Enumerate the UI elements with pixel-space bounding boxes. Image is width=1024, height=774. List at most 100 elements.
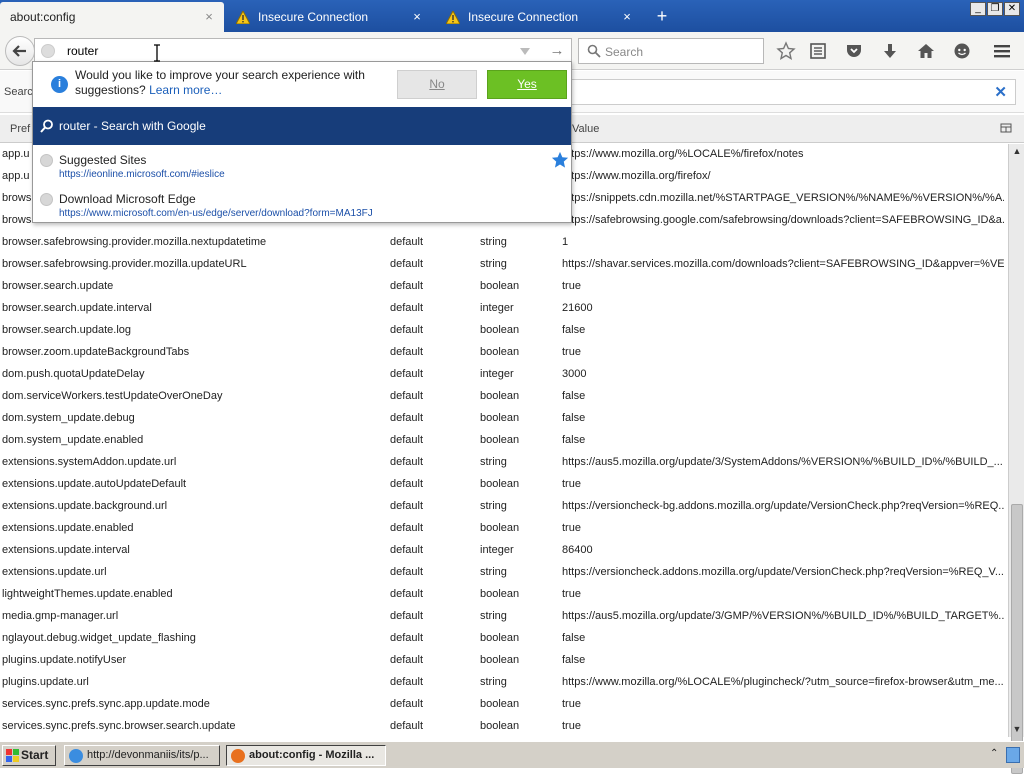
history-item[interactable]: Suggested Sites https://ieonline.microso… [33,147,571,185]
table-row[interactable]: media.gmp-manager.url default string https:… [0,606,1007,628]
tab-insecure-connection-2[interactable]: Insecure Connection × [436,2,642,32]
back-button[interactable] [5,36,35,66]
identity-icon [41,44,55,58]
table-row[interactable]: browser.safebrowsing.provider.mozilla.ne… [0,232,1007,254]
table-row[interactable]: browser.safebrowsing.provider.mozilla.up… [0,254,1007,276]
pref-type: string [480,500,507,512]
column-preference-name[interactable]: Pref [10,123,30,135]
table-row[interactable]: dom.push.quotaUpdateDelay default integer 3… [0,364,1007,386]
search-bar[interactable]: Search [578,38,764,64]
tray-expand-icon[interactable]: ⌃ [990,748,1002,762]
pocket-icon[interactable] [844,41,864,61]
table-row[interactable]: services.sync.prefs.sync.app.update.mode… [0,694,1007,716]
close-icon[interactable]: × [620,10,634,24]
pref-type: string [480,566,507,578]
column-picker-icon[interactable] [1000,122,1012,134]
bookmark-star-icon [551,151,569,168]
search-placeholder[interactable]: Search [605,45,643,59]
pref-name: dom.system_update.debug [2,412,135,424]
home-icon[interactable] [916,41,936,61]
pref-value: false [562,434,586,446]
scroll-down-icon[interactable]: ▼ [1011,723,1023,735]
tray-app-icon[interactable] [1006,747,1020,763]
clear-icon[interactable]: ✕ [994,83,1007,101]
chevron-down-icon[interactable] [519,45,531,57]
table-row[interactable]: dom.system_update.enabled default boolean f… [0,430,1007,452]
taskbar-item-firefox[interactable]: about:config - Mozilla ... [226,745,386,766]
tab-insecure-connection-1[interactable]: Insecure Connection × [226,2,432,32]
pref-name: browser.zoom.updateBackgroundTabs [2,346,190,358]
pref-value: true [562,698,581,710]
pref-type: integer [480,544,514,556]
pref-status: default [390,588,424,600]
yes-button[interactable]: Yes [487,70,567,99]
chat-icon[interactable] [952,41,972,61]
search-suggestions-notice: i Would you like to improve your search … [33,62,571,106]
table-row[interactable]: extensions.update.interval default integer… [0,540,1007,562]
table-row[interactable]: extensions.update.background.url default s… [0,496,1007,518]
table-row[interactable]: browser.search.update default boolean true [0,276,1007,298]
table-row[interactable]: dom.serviceWorkers.testUpdateOverOneDay d… [0,386,1007,408]
window-close-button[interactable]: ✕ [1004,2,1020,16]
table-row[interactable]: services.sync.prefs.sync.browser.search.… [0,716,1007,738]
pref-value: true [562,522,581,534]
pref-value: true [562,478,581,490]
search-suggestion-row[interactable]: router - Search with Google [33,107,571,145]
pref-type: string [480,258,507,270]
pref-name: extensions.update.enabled [2,522,134,534]
restore-button[interactable]: ❐ [987,2,1003,16]
pref-value: true [562,588,581,600]
pref-status: default [390,324,424,336]
download-icon[interactable] [880,41,900,61]
globe-icon [40,154,53,167]
pref-value: https://shavar.services.mozilla.com/down… [562,258,1004,270]
start-button[interactable]: Start [2,745,56,766]
pref-status: default [390,368,424,380]
table-row[interactable]: browser.search.update.log default boolean f… [0,320,1007,342]
history-title: Download Microsoft Edge [59,192,196,206]
pref-type: boolean [480,346,520,358]
close-icon[interactable]: × [410,10,424,24]
table-row[interactable]: extensions.update.url default string https:… [0,562,1007,584]
table-row[interactable]: plugins.update.url default string https://w… [0,672,1007,694]
menu-icon[interactable] [992,41,1012,61]
table-row[interactable]: lightweightThemes.update.enabled default b… [0,584,1007,606]
preference-table: app.u https://www.mozilla.org/%LOCALE%/f… [0,144,1007,741]
pref-status: default [390,346,424,358]
close-icon[interactable]: × [202,10,216,24]
tab-about-config[interactable]: about:config × [0,2,224,32]
new-tab-button[interactable]: + [652,6,672,26]
bookmark-star-icon[interactable] [776,41,796,61]
table-row[interactable]: nglayout.debug.widget_update_flashing def… [0,628,1007,650]
table-row[interactable]: plugins.update.notifyUser default boolean f… [0,650,1007,672]
history-item[interactable]: Download Microsoft Edge https://www.micr… [33,186,571,224]
search-icon [587,44,601,58]
scroll-up-icon[interactable]: ▲ [1011,145,1023,157]
table-row[interactable]: extensions.update.enabled default boolean t… [0,518,1007,540]
pref-value: https://www.mozilla.org/%LOCALE%/pluginc… [562,676,1004,688]
pref-type: boolean [480,720,520,732]
info-icon: i [51,76,68,93]
pref-value: false [562,412,586,424]
back-arrow-icon [12,45,26,57]
pref-name: plugins.update.notifyUser [2,654,127,666]
no-button[interactable]: No [397,70,477,99]
firefox-icon [231,749,245,763]
table-row[interactable]: extensions.update.autoUpdateDefault defau… [0,474,1007,496]
table-row[interactable]: dom.system_update.debug default boolean fal… [0,408,1007,430]
table-row[interactable]: browser.zoom.updateBackgroundTabs default… [0,342,1007,364]
vertical-scrollbar[interactable]: ▲ ▼ [1008,144,1024,774]
url-input[interactable]: router [67,44,98,58]
go-arrow-icon[interactable]: → [547,41,567,61]
minimize-button[interactable]: _ [970,2,986,16]
reading-list-icon[interactable] [808,41,828,61]
history-url: https://ieonline.microsoft.com/#ieslice [59,169,225,180]
learn-more-link[interactable]: Learn more… [149,83,222,97]
task-label: http://devonmaniis/its/p... [87,749,209,761]
column-value[interactable]: Value [572,123,599,135]
taskbar-item-ie[interactable]: http://devonmaniis/its/p... [64,745,220,766]
table-row[interactable]: extensions.systemAddon.update.url default… [0,452,1007,474]
table-row[interactable]: browser.search.update.interval default int… [0,298,1007,320]
pref-status: default [390,654,424,666]
pref-search-input[interactable]: ✕ [570,79,1016,105]
